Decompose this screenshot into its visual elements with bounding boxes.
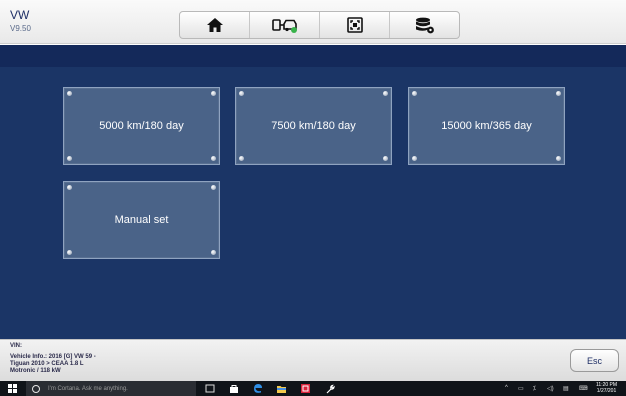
screw-icon bbox=[67, 91, 72, 96]
tile-5000km-180day[interactable]: 5000 km/180 day bbox=[63, 87, 220, 165]
windows-start-icon[interactable] bbox=[8, 384, 18, 394]
clock-date: 1/27/201 bbox=[596, 388, 617, 394]
keyboard-icon[interactable]: ⌨ bbox=[579, 385, 588, 392]
data-settings-icon bbox=[415, 17, 434, 33]
vehicle-connect-button[interactable] bbox=[250, 12, 320, 38]
app-red-icon[interactable] bbox=[300, 383, 311, 394]
screenshot-button[interactable] bbox=[320, 12, 390, 38]
edge-browser-icon[interactable] bbox=[252, 383, 263, 394]
screw-icon bbox=[383, 156, 388, 161]
vehicle-info-line: Motronic / 118 kW bbox=[10, 368, 61, 374]
screw-icon bbox=[67, 185, 72, 190]
screw-icon bbox=[211, 250, 216, 255]
vehicle-info-line: Vehicle Info.: 2016 [G] VW 59 - bbox=[10, 354, 96, 360]
system-clock[interactable]: 11:20 PM 1/27/201 bbox=[596, 382, 617, 394]
app-version: V9.50 bbox=[10, 24, 31, 33]
app-header: VW V9.50 bbox=[0, 0, 626, 44]
cortana-search-box[interactable]: I'm Cortana. Ask me anything. bbox=[26, 381, 196, 396]
screw-icon bbox=[412, 156, 417, 161]
main-panel: 5000 km/180 day 7500 km/180 day 15000 km… bbox=[0, 67, 626, 339]
screw-icon bbox=[556, 91, 561, 96]
windows-taskbar: I'm Cortana. Ask me anything. ^ ▭ ⁒ ◁) ▤… bbox=[0, 381, 626, 396]
tile-label: 7500 km/180 day bbox=[271, 120, 356, 132]
screw-icon bbox=[412, 91, 417, 96]
screw-icon bbox=[239, 156, 244, 161]
battery-icon[interactable]: ▭ bbox=[518, 385, 524, 392]
tile-label: 5000 km/180 day bbox=[99, 120, 184, 132]
vehicle-connect-icon bbox=[271, 19, 297, 33]
cortana-icon bbox=[32, 384, 40, 393]
screw-icon bbox=[211, 91, 216, 96]
screw-icon bbox=[67, 156, 72, 161]
notification-icon[interactable]: ▤ bbox=[563, 385, 569, 392]
vin-label: VIN: bbox=[10, 343, 22, 349]
wrench-tool-icon[interactable] bbox=[324, 383, 335, 394]
store-icon[interactable] bbox=[228, 383, 239, 394]
data-settings-button[interactable] bbox=[390, 12, 459, 38]
home-icon bbox=[206, 18, 223, 32]
screw-icon bbox=[67, 250, 72, 255]
tile-label: Manual set bbox=[114, 214, 169, 226]
screw-icon bbox=[239, 91, 244, 96]
screw-icon bbox=[556, 156, 561, 161]
vehicle-info-line: Tiguan 2010 > CEAA 1.8 L bbox=[10, 361, 84, 367]
vehicle-info-bar: VIN: Vehicle Info.: 2016 [G] VW 59 - Tig… bbox=[0, 339, 626, 381]
tile-label: 15000 km/365 day bbox=[441, 120, 532, 132]
screw-icon bbox=[383, 91, 388, 96]
network-icon[interactable]: ⁒ bbox=[533, 385, 536, 392]
title-band bbox=[0, 45, 626, 67]
main-toolbar bbox=[179, 11, 460, 39]
home-button[interactable] bbox=[180, 12, 250, 38]
task-view-icon[interactable] bbox=[204, 383, 215, 394]
screw-icon bbox=[211, 156, 216, 161]
app-title: VW bbox=[10, 8, 30, 22]
volume-icon[interactable]: ◁) bbox=[547, 385, 554, 392]
tile-7500km-180day[interactable]: 7500 km/180 day bbox=[235, 87, 392, 165]
screw-icon bbox=[211, 185, 216, 190]
tray-chevron-icon[interactable]: ^ bbox=[505, 385, 508, 391]
file-explorer-icon[interactable] bbox=[276, 383, 287, 394]
tile-manual-set[interactable]: Manual set bbox=[63, 181, 220, 259]
cortana-placeholder: I'm Cortana. Ask me anything. bbox=[48, 385, 128, 392]
vehicle-info: Vehicle Info.: 2016 [G] VW 59 - Tiguan 2… bbox=[10, 354, 96, 375]
tile-15000km-365day[interactable]: 15000 km/365 day bbox=[408, 87, 565, 165]
screenshot-icon bbox=[346, 17, 363, 33]
esc-button[interactable]: Esc bbox=[570, 349, 619, 372]
